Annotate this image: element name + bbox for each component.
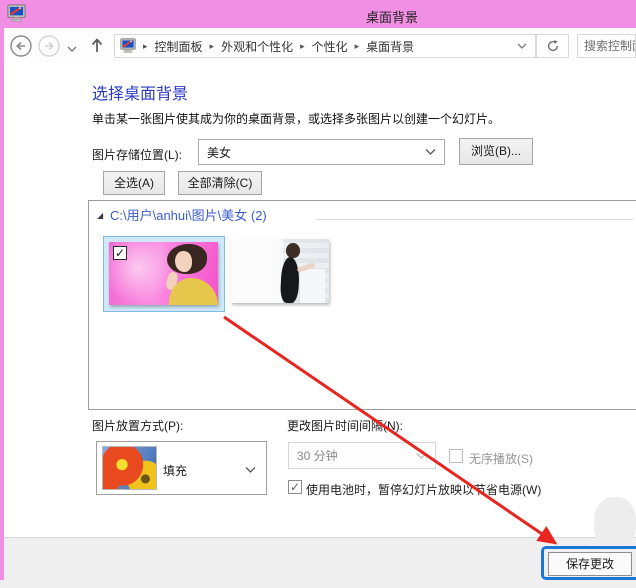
location-value: 美女 <box>207 144 425 161</box>
breadcrumb-separator-icon: ▸ <box>210 41 215 52</box>
location-dropdown[interactable]: 美女 <box>198 139 445 165</box>
display-settings-icon <box>7 4 26 26</box>
page-title: 选择桌面背景 <box>92 80 188 104</box>
refresh-button[interactable] <box>536 34 569 58</box>
battery-pause-label: 使用电池时，暂停幻灯片放映以节省电源(W) <box>306 481 541 498</box>
clear-all-button[interactable]: 全部清除(C) <box>178 171 262 195</box>
thumbnail-art <box>175 251 192 272</box>
breadcrumb-display-icon <box>120 38 136 54</box>
thumbnail-white-portrait[interactable] <box>231 239 329 303</box>
up-button[interactable] <box>89 34 105 59</box>
battery-pause-checkbox[interactable]: ✓ <box>288 480 302 494</box>
change-interval-value: 30 分钟 <box>297 447 416 464</box>
change-interval-label: 更改图片时间间隔(N): <box>287 417 403 434</box>
browse-button[interactable]: 浏览(B)... <box>459 138 533 165</box>
picture-position-label: 图片放置方式(P): <box>92 417 183 434</box>
group-header-rule <box>315 219 633 220</box>
address-bar[interactable]: ▸ 控制面板 ▸ 外观和个性化 ▸ 个性化 ▸ 桌面背景 <box>114 34 536 58</box>
forward-button[interactable] <box>38 35 60 60</box>
thumbnail-art <box>299 269 325 303</box>
breadcrumb-personalization[interactable]: 个性化 <box>312 38 348 55</box>
window-left-border <box>0 0 4 580</box>
search-box[interactable] <box>577 34 636 58</box>
group-expand-icon[interactable]: ◢ <box>97 211 103 220</box>
breadcrumb-desktop-background[interactable]: 桌面背景 <box>366 38 414 55</box>
window-title: 桌面背景 <box>366 7 418 26</box>
picture-position-dropdown[interactable]: 填充 <box>96 441 267 495</box>
breadcrumb-separator-icon: ▸ <box>143 41 148 52</box>
position-preview-image <box>102 446 157 490</box>
breadcrumb-control-panel[interactable]: 控制面板 <box>155 38 203 55</box>
title-bar <box>0 0 636 28</box>
refresh-icon <box>546 39 560 53</box>
breadcrumb-separator-icon: ▸ <box>355 41 360 52</box>
watermark-figure <box>594 497 636 547</box>
back-button[interactable] <box>10 35 32 60</box>
shuffle-checkbox <box>449 449 463 463</box>
picture-position-value: 填充 <box>163 462 187 479</box>
breadcrumb-separator-icon: ▸ <box>300 41 305 52</box>
change-interval-dropdown: 30 分钟 <box>288 442 436 469</box>
search-input[interactable] <box>578 35 636 57</box>
location-label: 图片存储位置(L): <box>92 146 182 163</box>
page-description: 单击某一张图片使其成为你的桌面背景，或选择多张图片以创建一个幻灯片。 <box>92 110 500 127</box>
address-dropdown-chevron-icon[interactable] <box>517 43 527 50</box>
chevron-down-icon <box>416 452 427 460</box>
group-header[interactable]: C:\用户\anhui\图片\美女 (2) <box>110 205 267 224</box>
recent-pages-chevron-icon[interactable] <box>67 42 77 56</box>
annotation-highlight-rectangle <box>541 546 636 580</box>
thumbnail-checkbox[interactable]: ✓ <box>113 246 127 260</box>
shuffle-label: 无序播放(S) <box>469 450 533 467</box>
chevron-down-icon <box>425 148 436 156</box>
select-all-button[interactable]: 全选(A) <box>103 171 165 195</box>
chevron-down-icon <box>245 466 256 474</box>
thumbnail-art <box>286 243 300 258</box>
breadcrumb-appearance[interactable]: 外观和个性化 <box>221 38 293 55</box>
